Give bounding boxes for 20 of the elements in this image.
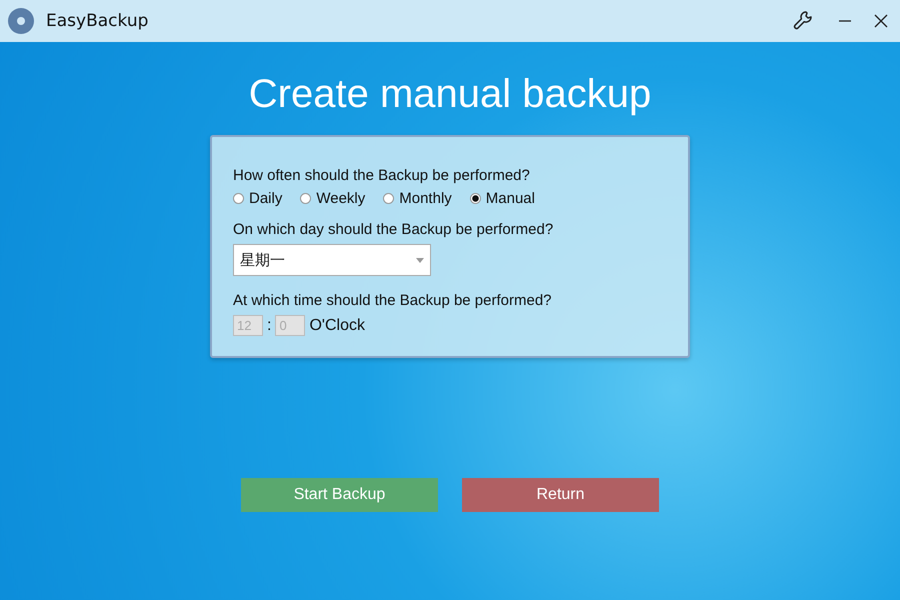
question-label: At which time should the Backup be performed? (233, 292, 553, 309)
window-title: EasyBackup (46, 11, 148, 31)
radio-option[interactable]: Daily (233, 190, 282, 207)
page-heading: Create manual backup (248, 72, 652, 117)
radio-option[interactable]: Weekly (300, 190, 366, 207)
time-separator: : (267, 316, 272, 334)
radio-icon[interactable] (300, 193, 312, 204)
close-icon[interactable] (874, 14, 888, 28)
disk-icon (6, 6, 36, 36)
radio-icon[interactable] (383, 193, 394, 204)
time-suffix: O'Clock (309, 316, 365, 334)
radio-option[interactable]: Manual (470, 190, 535, 207)
return-button[interactable]: Return (462, 478, 659, 512)
day-dropdown[interactable]: 星期一 (233, 244, 431, 276)
radio-option[interactable]: Monthly (383, 190, 452, 207)
caret-icon (416, 258, 424, 262)
question-label: On which day should the Backup be performed? (233, 221, 554, 238)
radio-icon[interactable] (470, 193, 481, 204)
radio-icon[interactable] (233, 193, 244, 204)
question-label: How often should the Backup be performed? (233, 167, 531, 184)
